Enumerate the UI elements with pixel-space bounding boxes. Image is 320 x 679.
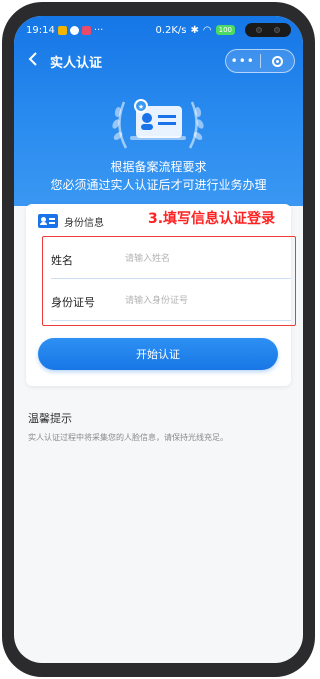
tips-title: 温馨提示 <box>28 412 72 425</box>
bluetooth-icon: ✱ <box>190 24 199 36</box>
id-number-field: 身份证号 <box>51 281 291 321</box>
camera-cutout <box>245 23 291 37</box>
battery-icon: 100 <box>215 25 235 35</box>
start-verification-button[interactable]: 开始认证 <box>38 338 278 370</box>
id-card-icon <box>38 214 58 228</box>
id-number-underline <box>51 320 291 321</box>
name-input[interactable] <box>125 249 291 267</box>
name-field: 姓名 <box>51 239 291 279</box>
miniprogram-capsule: ••• <box>225 49 295 73</box>
card-title: 身份信息 <box>64 217 104 229</box>
step-annotation: 3.填写信息认证登录 <box>148 211 276 227</box>
chevron-left-icon <box>28 52 37 66</box>
identity-badge-illustration: ★ <box>112 99 204 149</box>
hero-banner: 19:14 ··· 0.2K/s ✱ ◠ 100 实人认证 ••• ★ 根据备案… <box>14 16 303 206</box>
back-button[interactable] <box>22 50 44 72</box>
tips-body: 实人认证过程中将采集您的人脸信息，请保持光线充足。 <box>28 433 228 442</box>
target-icon <box>271 55 283 67</box>
more-dots-icon: ••• <box>230 54 255 68</box>
phone-frame: 19:14 ··· 0.2K/s ✱ ◠ 100 实人认证 ••• ★ 根据备案… <box>2 2 315 677</box>
svg-text:★: ★ <box>138 103 144 111</box>
close-capsule-button[interactable] <box>261 50 295 72</box>
status-time: 19:14 <box>26 24 55 36</box>
navbar: 实人认证 ••• <box>14 46 303 76</box>
name-label: 姓名 <box>51 254 73 267</box>
wifi-icon: ◠ <box>202 24 212 36</box>
message-icon <box>81 25 91 35</box>
status-bar: 19:14 ··· 0.2K/s ✱ ◠ 100 <box>14 16 303 44</box>
page-title: 实人认证 <box>50 55 103 71</box>
name-underline <box>51 278 291 279</box>
notification-icon <box>57 25 67 35</box>
id-number-label: 身份证号 <box>51 296 95 309</box>
status-more: ··· <box>93 24 104 36</box>
network-speed: 0.2K/s <box>155 24 187 36</box>
card-header: 身份信息 <box>38 212 104 230</box>
app-icon <box>69 25 79 35</box>
more-button[interactable]: ••• <box>226 50 260 72</box>
id-number-input[interactable] <box>125 291 291 309</box>
screen: 19:14 ··· 0.2K/s ✱ ◠ 100 实人认证 ••• ★ 根据备案… <box>14 16 303 663</box>
hero-line-2: 您必须通过实人认证后才可进行业务办理 <box>50 178 267 192</box>
hero-line-1: 根据备案流程要求 <box>110 160 207 174</box>
highlight-box: 姓名 身份证号 <box>42 236 296 326</box>
